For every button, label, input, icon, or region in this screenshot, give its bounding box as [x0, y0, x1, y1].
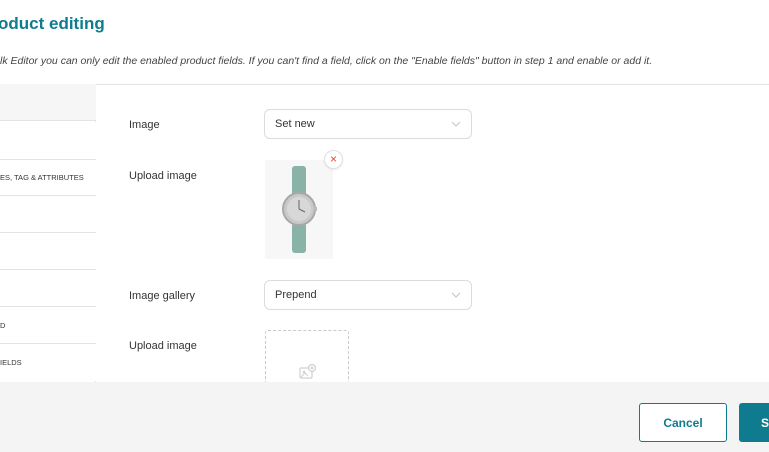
- upload-gallery-dropzone[interactable]: [265, 330, 349, 390]
- modal-footer: Cancel S: [0, 382, 769, 452]
- image-gallery-label: Image gallery: [129, 290, 196, 302]
- bulk-editor-notice: lk Editor you can only edit the enabled …: [0, 55, 653, 67]
- product-image-thumbnail[interactable]: [265, 160, 333, 259]
- watch-image: [282, 166, 317, 253]
- close-icon: ×: [329, 152, 337, 166]
- image-label: Image: [129, 119, 160, 131]
- upload-image-label: Upload image: [129, 170, 197, 182]
- modal-title: oduct editing: [0, 14, 105, 33]
- remove-image-button[interactable]: ×: [324, 150, 343, 169]
- image-gallery-select-value: Prepend: [275, 289, 317, 301]
- product-editing-modal: oduct editing lk Editor you can only edi…: [0, 0, 769, 452]
- save-button[interactable]: S: [739, 403, 769, 442]
- image-select[interactable]: Set new: [264, 109, 472, 139]
- header-divider: [0, 84, 769, 85]
- sidebar-item-1[interactable]: [0, 122, 96, 159]
- image-gallery-select[interactable]: Prepend: [264, 280, 472, 310]
- image-select-value: Set new: [275, 118, 315, 130]
- sidebar-item-3[interactable]: [0, 196, 96, 233]
- sidebar-item-categories-tags-attributes[interactable]: ES, TAG & ATTRIBUTES: [0, 159, 96, 196]
- cancel-button[interactable]: Cancel: [639, 403, 727, 442]
- sidebar-item-5[interactable]: [0, 270, 96, 307]
- sidebar: ES, TAG & ATTRIBUTES D IELDS: [0, 84, 96, 382]
- upload-gallery-image-label: Upload image: [129, 340, 197, 352]
- sidebar-item-6[interactable]: D: [0, 307, 96, 344]
- sidebar-item-label: D: [0, 320, 6, 330]
- chevron-down-icon: [451, 121, 461, 127]
- sidebar-item-label: IELDS: [0, 358, 22, 367]
- sidebar-item-custom-fields[interactable]: IELDS: [0, 344, 96, 381]
- chevron-down-icon: [451, 292, 461, 298]
- sidebar-item-active[interactable]: [0, 84, 96, 121]
- sidebar-item-4[interactable]: [0, 233, 96, 270]
- add-image-icon: [299, 363, 317, 379]
- sidebar-item-label: ES, TAG & ATTRIBUTES: [0, 173, 84, 182]
